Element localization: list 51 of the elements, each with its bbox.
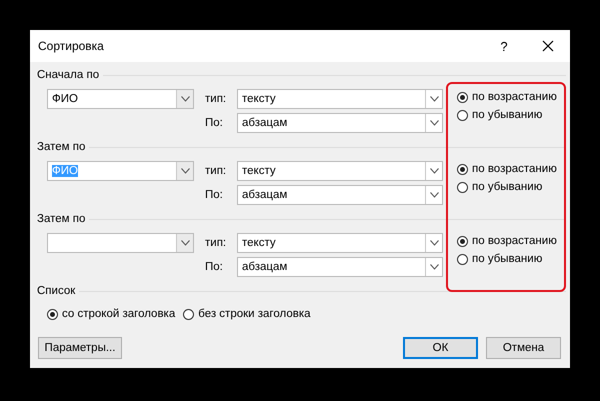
- type-dropdown[interactable]: тексту: [237, 161, 443, 181]
- radio-button[interactable]: [457, 92, 468, 102]
- close-icon: [542, 40, 554, 52]
- dialog-button[interactable]: Отмена: [486, 337, 561, 359]
- section-heading: Затем по: [37, 213, 86, 225]
- radio-button[interactable]: [457, 182, 468, 192]
- field-dropdown[interactable]: [47, 233, 194, 253]
- window-title: Сортировка: [38, 39, 105, 53]
- radio-button[interactable]: [457, 164, 468, 174]
- type-dropdown[interactable]: тексту: [237, 233, 443, 253]
- chevron-down-icon: [430, 96, 438, 102]
- by-dropdown[interactable]: абзацам: [237, 113, 443, 133]
- chevron-down-icon: [180, 168, 190, 174]
- chevron-down-icon: [430, 240, 438, 246]
- sort-order-label[interactable]: по убыванию: [472, 109, 542, 121]
- chevron-down-icon: [180, 96, 190, 102]
- radio-button[interactable]: [183, 308, 194, 320]
- chevron-down-icon: [430, 168, 438, 174]
- radio-button[interactable]: [457, 110, 468, 120]
- chevron-down-icon: [430, 120, 438, 126]
- option-label[interactable]: без строки заголовка: [198, 308, 311, 320]
- type-label: тип:: [204, 93, 228, 105]
- chevron-down-icon: [430, 264, 438, 270]
- by-dropdown[interactable]: абзацам: [237, 185, 443, 205]
- radio-button[interactable]: [47, 308, 58, 320]
- option-label[interactable]: со строкой заголовка: [62, 308, 176, 320]
- field-value: ФИО: [52, 93, 78, 105]
- section-heading: Затем по: [37, 141, 86, 153]
- help-button[interactable]: ?: [482, 30, 526, 62]
- field-value: ФИО: [52, 165, 78, 177]
- section-heading: Сначала по: [37, 69, 100, 81]
- sort-order-label[interactable]: по возрастанию: [472, 163, 557, 175]
- type-label: тип:: [204, 165, 228, 177]
- sort-order-label[interactable]: по возрастанию: [472, 91, 557, 103]
- dialog-button[interactable]: Параметры...: [38, 337, 122, 359]
- radio-button[interactable]: [457, 254, 468, 264]
- sort-order-label[interactable]: по убыванию: [472, 253, 542, 265]
- type-dropdown[interactable]: тексту: [237, 89, 443, 109]
- chevron-down-icon: [430, 192, 438, 198]
- radio-button[interactable]: [457, 236, 468, 246]
- by-label: По:: [204, 261, 224, 273]
- by-label: По:: [204, 117, 224, 129]
- field-dropdown[interactable]: ФИО: [47, 89, 194, 109]
- section-heading: Список: [37, 285, 76, 297]
- type-label: тип:: [204, 237, 228, 249]
- by-dropdown[interactable]: абзацам: [237, 257, 443, 277]
- sort-order-label[interactable]: по убыванию: [472, 181, 542, 193]
- by-label: По:: [204, 189, 224, 201]
- dialog-button[interactable]: ОК: [403, 337, 478, 359]
- chevron-down-icon: [180, 240, 190, 246]
- sort-order-label[interactable]: по возрастанию: [472, 235, 557, 247]
